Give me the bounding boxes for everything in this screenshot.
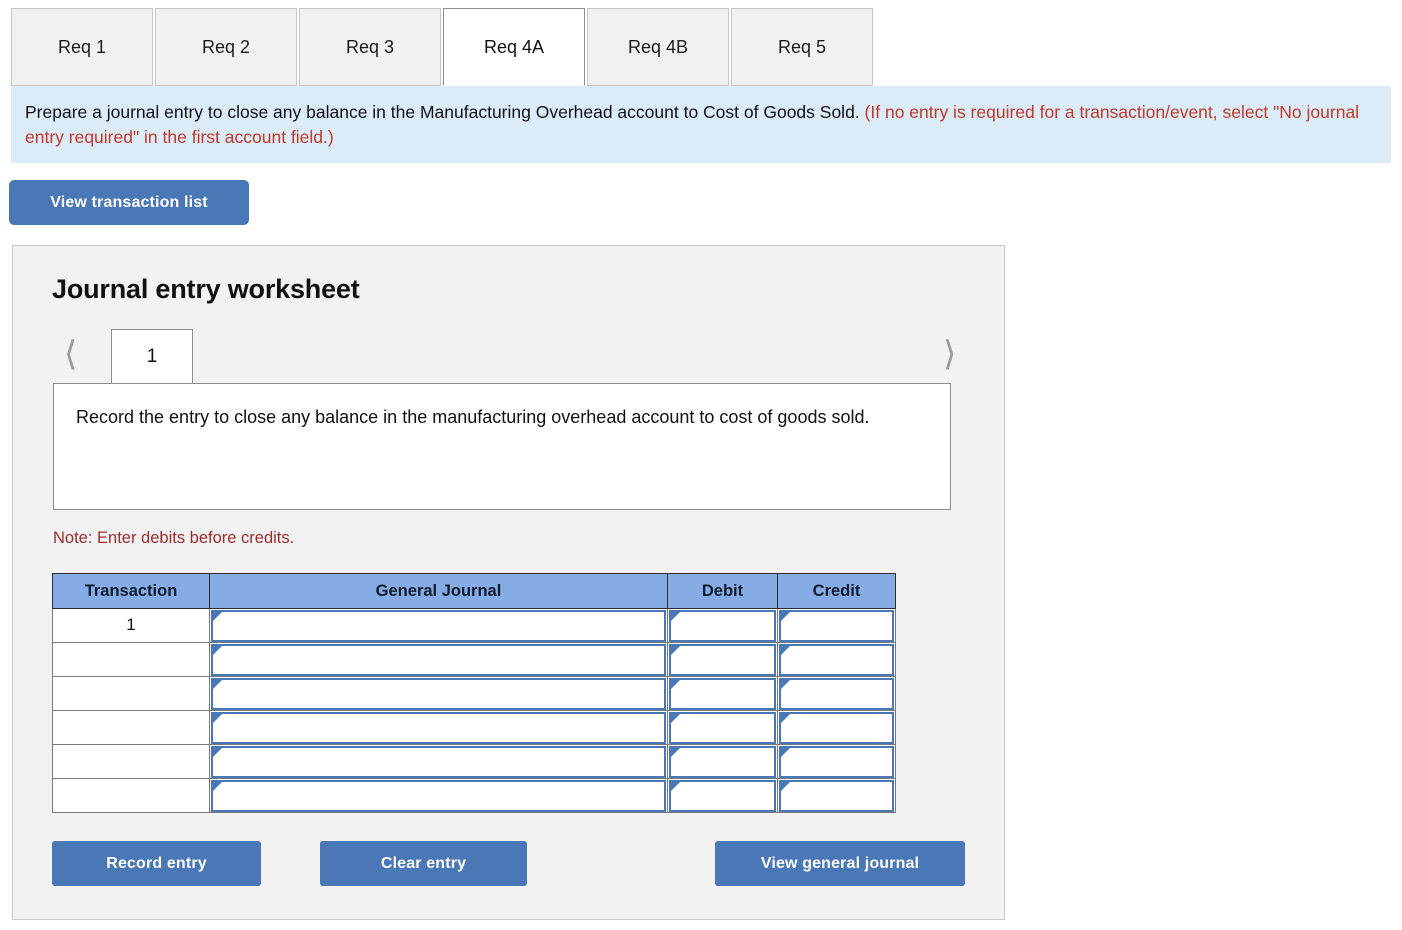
debit-input[interactable]: [669, 643, 776, 676]
tab-req-2[interactable]: Req 2: [155, 8, 297, 86]
general-journal-cell[interactable]: [209, 744, 668, 779]
account-name-input[interactable]: [211, 677, 666, 710]
transaction-number-cell: [52, 744, 210, 779]
table-row: [52, 676, 896, 711]
record-entry-button[interactable]: Record entry: [52, 841, 261, 886]
credit-cell[interactable]: [777, 642, 896, 677]
page-tab-label: 1: [146, 346, 158, 367]
credit-cell[interactable]: [777, 710, 896, 745]
credit-input[interactable]: [779, 711, 894, 744]
view-general-journal-button[interactable]: View general journal: [715, 841, 965, 886]
entry-description-text: Record the entry to close any balance in…: [76, 407, 870, 427]
debit-cell[interactable]: [667, 778, 778, 813]
credit-input[interactable]: [779, 779, 894, 812]
account-name-input[interactable]: [211, 779, 666, 812]
general-journal-cell[interactable]: [209, 642, 668, 677]
debit-cell[interactable]: [667, 676, 778, 711]
account-name-input[interactable]: [211, 609, 666, 642]
entry-description-box: Record the entry to close any balance in…: [53, 383, 951, 510]
journal-entry-table: Transaction General Journal Debit Credit…: [52, 573, 896, 813]
tab-req-5[interactable]: Req 5: [731, 8, 873, 86]
column-header-debit: Debit: [667, 573, 778, 609]
column-header-transaction: Transaction: [52, 573, 210, 609]
tab-label: Req 5: [777, 36, 827, 57]
tab-label: Req 2: [201, 36, 251, 57]
chevron-left-icon[interactable]: ⟨: [64, 331, 77, 377]
table-header-row: Transaction General Journal Debit Credit: [52, 573, 896, 609]
general-journal-cell[interactable]: [209, 778, 668, 813]
account-name-input[interactable]: [211, 643, 666, 676]
tab-label: Req 4B: [627, 36, 689, 57]
journal-entry-worksheet-panel: Journal entry worksheet ⟨ 1 ⟩ Record the…: [12, 245, 1005, 920]
tab-req-3[interactable]: Req 3: [299, 8, 441, 86]
credit-input[interactable]: [779, 677, 894, 710]
debit-input[interactable]: [669, 745, 776, 778]
credit-cell[interactable]: [777, 676, 896, 711]
table-row: 1: [52, 608, 896, 643]
tab-label: Req 4A: [483, 36, 545, 57]
tab-req-1[interactable]: Req 1: [11, 8, 153, 86]
credit-input[interactable]: [779, 745, 894, 778]
clear-entry-button[interactable]: Clear entry: [320, 841, 527, 886]
general-journal-cell[interactable]: [209, 676, 668, 711]
table-row: [52, 642, 896, 677]
debit-input[interactable]: [669, 609, 776, 642]
debit-cell[interactable]: [667, 608, 778, 643]
general-journal-cell[interactable]: [209, 710, 668, 745]
transaction-number-cell: [52, 676, 210, 711]
debit-input[interactable]: [669, 779, 776, 812]
debits-before-credits-note: Note: Enter debits before credits.: [53, 529, 295, 547]
transaction-number-cell: [52, 642, 210, 677]
debit-input[interactable]: [669, 711, 776, 744]
chevron-right-icon[interactable]: ⟩: [943, 331, 956, 377]
worksheet-title: Journal entry worksheet: [52, 274, 360, 304]
transaction-number-cell: [52, 778, 210, 813]
tab-req-4a[interactable]: Req 4A: [443, 8, 585, 86]
account-name-input[interactable]: [211, 745, 666, 778]
credit-cell[interactable]: [777, 778, 896, 813]
worksheet-pager: ⟨ 1 ⟩: [52, 329, 972, 384]
instruction-main-text: Prepare a journal entry to close any bal…: [25, 102, 860, 122]
requirement-tab-bar: Req 1 Req 2 Req 3 Req 4A Req 4B Req 5: [11, 8, 875, 86]
table-row: [52, 744, 896, 779]
column-header-credit: Credit: [777, 573, 896, 609]
account-name-input[interactable]: [211, 711, 666, 744]
table-row: [52, 778, 896, 813]
page-tab-1[interactable]: 1: [111, 329, 193, 384]
instruction-banner: Prepare a journal entry to close any bal…: [11, 86, 1391, 163]
debit-cell[interactable]: [667, 744, 778, 779]
transaction-number-cell: [52, 710, 210, 745]
credit-input[interactable]: [779, 609, 894, 642]
table-row: [52, 710, 896, 745]
tab-label: Req 1: [57, 36, 107, 57]
debit-cell[interactable]: [667, 642, 778, 677]
debit-cell[interactable]: [667, 710, 778, 745]
general-journal-cell[interactable]: [209, 608, 668, 643]
credit-cell[interactable]: [777, 744, 896, 779]
tab-label: Req 3: [345, 36, 395, 57]
credit-input[interactable]: [779, 643, 894, 676]
debit-input[interactable]: [669, 677, 776, 710]
column-header-general-journal: General Journal: [209, 573, 668, 609]
tab-req-4b[interactable]: Req 4B: [587, 8, 729, 86]
credit-cell[interactable]: [777, 608, 896, 643]
transaction-number-cell: 1: [52, 608, 210, 643]
view-transaction-list-button[interactable]: View transaction list: [9, 180, 249, 225]
